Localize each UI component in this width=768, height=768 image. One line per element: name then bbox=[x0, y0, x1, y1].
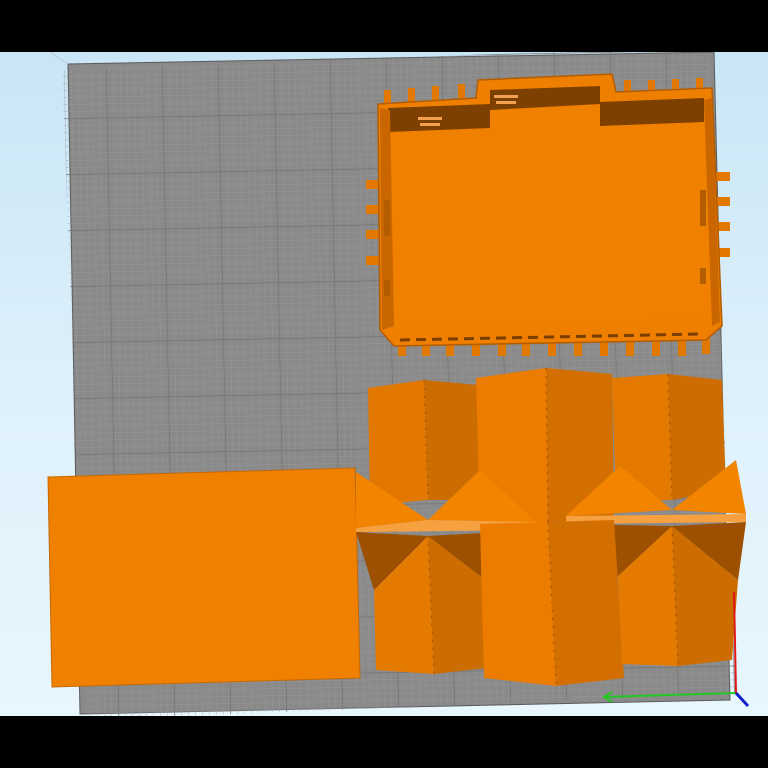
top-letterbox bbox=[0, 0, 768, 52]
folded-prism-model[interactable] bbox=[356, 367, 746, 687]
scene-canvas[interactable] bbox=[0, 52, 768, 716]
enclosure-box-model[interactable] bbox=[366, 73, 730, 356]
3d-viewport[interactable] bbox=[0, 52, 768, 716]
bottom-letterbox bbox=[0, 716, 768, 768]
flat-panel-model[interactable] bbox=[47, 467, 361, 688]
z-axis bbox=[734, 691, 750, 708]
